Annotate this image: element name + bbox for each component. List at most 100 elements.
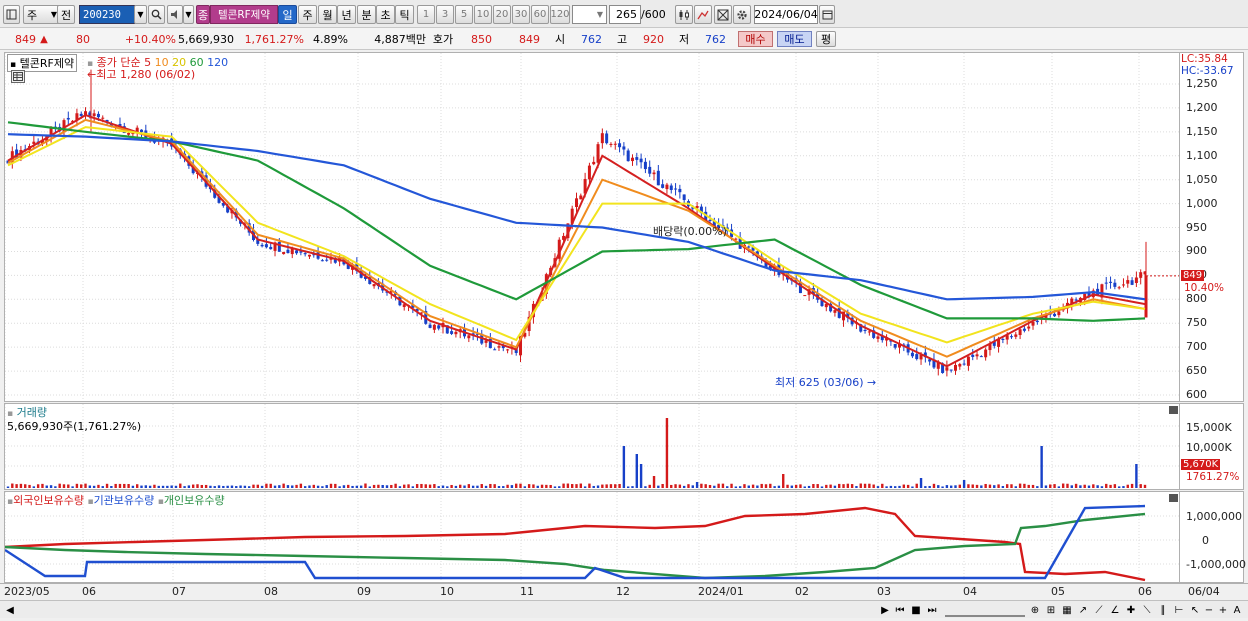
- indicator-icon[interactable]: [714, 5, 732, 24]
- chart-type-icon[interactable]: ▦: [1060, 603, 1074, 617]
- minute-button-1[interactable]: 1: [417, 5, 435, 24]
- gear-icon[interactable]: [733, 5, 751, 24]
- price-chart-panel[interactable]: ▪ 텔콘RF제약 ▪ 종가 단순 5 10 20 60 120 ←최고 1,28…: [4, 52, 1180, 402]
- volume-bar: [252, 484, 255, 488]
- minute-button-60[interactable]: 60: [531, 5, 549, 24]
- compare-icon[interactable]: ⊞: [1044, 603, 1058, 617]
- holdings-panel[interactable]: ▪외국인보유수량 ▪기관보유수량 ▪개인보유수량: [4, 491, 1180, 583]
- period-tab-6[interactable]: 틱: [395, 5, 414, 24]
- angle-line-icon[interactable]: ∠: [1108, 603, 1122, 617]
- layout-icon[interactable]: [3, 5, 20, 24]
- ma-line-20: [7, 126, 1146, 344]
- x-tick-7: 12: [616, 585, 630, 598]
- hold-tick: -1,000,000: [1186, 558, 1246, 571]
- candle-body: [984, 349, 988, 358]
- scroll-left-icon[interactable]: ◀: [3, 603, 17, 617]
- minute-button-5[interactable]: 5: [455, 5, 473, 24]
- table-icon[interactable]: [11, 70, 25, 83]
- text-tool-icon[interactable]: A: [1230, 603, 1244, 617]
- volume-panel[interactable]: ▪ 거래량 5,669,930주(1,761.27%): [4, 403, 1180, 490]
- minute-button-30[interactable]: 30: [512, 5, 530, 24]
- speaker-dropdown-icon[interactable]: ▼: [183, 5, 194, 24]
- volume-bar: [1135, 464, 1138, 488]
- period-tab-3[interactable]: 년: [337, 5, 356, 24]
- high-marker: ←최고 1,280 (06/02): [87, 66, 195, 82]
- candle-body: [949, 369, 953, 371]
- period-tab-1[interactable]: 주: [298, 5, 317, 24]
- volume-bar: [820, 486, 824, 488]
- zoom-slider[interactable]: [945, 603, 1025, 617]
- ma-line-120: [7, 133, 1146, 301]
- stock-name[interactable]: 텔콘RF제약: [210, 5, 278, 24]
- volume-bar: [540, 484, 544, 488]
- volume-bar: [743, 484, 746, 488]
- volume-bar: [704, 484, 707, 488]
- count-input[interactable]: 265: [609, 5, 641, 24]
- volume-bar: [596, 485, 600, 488]
- fibonacci-icon[interactable]: ⟋: [1092, 603, 1106, 617]
- date-input[interactable]: 2024/06/04: [754, 5, 818, 24]
- holding-legend-1[interactable]: 기관보유수량: [94, 494, 158, 507]
- ma-legend-120[interactable]: 120: [204, 56, 228, 69]
- candle-body: [372, 284, 376, 287]
- x-tick-8: 2024/01: [698, 585, 744, 598]
- holdings-legend[interactable]: ▪외국인보유수량 ▪기관보유수량 ▪개인보유수량: [7, 492, 225, 508]
- volume-bar: [661, 483, 664, 488]
- minute-button-120[interactable]: 120: [550, 5, 570, 24]
- zoom-in-icon[interactable]: +: [1216, 603, 1230, 617]
- volume-bar: [1074, 483, 1078, 488]
- volume-bar: [751, 484, 755, 488]
- price-y-axis[interactable]: LC:35.84 HC:-33.67 1,250 1,200 1,150 1,100 1…: [1180, 52, 1244, 402]
- panel-close-icon[interactable]: [1169, 494, 1178, 502]
- candle-tool-icon[interactable]: [675, 5, 693, 24]
- zoom-icon[interactable]: ⊕: [1028, 603, 1042, 617]
- panel-close-icon[interactable]: [1169, 406, 1178, 414]
- period-tab-5[interactable]: 초: [376, 5, 395, 24]
- eval-button[interactable]: 평: [816, 31, 836, 47]
- prev-button[interactable]: 전: [57, 5, 75, 24]
- candle-body: [295, 250, 299, 254]
- holding-legend-2[interactable]: 개인보유수량: [164, 494, 225, 507]
- volume-bar: [566, 483, 570, 488]
- period-tab-0[interactable]: 일: [278, 5, 297, 24]
- range-select[interactable]: ▼: [572, 5, 607, 24]
- buy-button[interactable]: 매수: [738, 31, 773, 47]
- volume-bar: [467, 484, 471, 488]
- draw-tool-icon[interactable]: ↗: [1076, 603, 1090, 617]
- holding-legend-0[interactable]: 외국인보유수량: [13, 494, 87, 507]
- parallel-icon[interactable]: ∥: [1156, 603, 1170, 617]
- candle-body: [1134, 277, 1138, 284]
- draw-line-icon[interactable]: [694, 5, 712, 24]
- cross-icon[interactable]: ✚: [1124, 603, 1138, 617]
- sell-button[interactable]: 매도: [777, 31, 812, 47]
- stock-code-input[interactable]: 200230: [79, 5, 135, 24]
- volume-bar: [394, 483, 397, 488]
- type-select[interactable]: 주 ▼: [23, 5, 61, 24]
- stop-icon[interactable]: ■: [909, 603, 923, 617]
- minute-button-20[interactable]: 20: [493, 5, 511, 24]
- volume-bar: [519, 483, 522, 488]
- period-tab-2[interactable]: 월: [318, 5, 337, 24]
- code-dropdown-icon[interactable]: ▼: [134, 5, 147, 24]
- minute-button-10[interactable]: 10: [474, 5, 492, 24]
- trend-line-icon[interactable]: ⟍: [1140, 603, 1154, 617]
- volume-bar: [71, 486, 74, 488]
- calendar-icon[interactable]: [819, 5, 835, 24]
- volume-y-axis[interactable]: 15,000K 10,000K 5,670K 1761.27%: [1180, 403, 1244, 490]
- minute-button-3[interactable]: 3: [436, 5, 454, 24]
- candle-body: [661, 184, 665, 188]
- jump-start-icon[interactable]: ⏮: [893, 603, 907, 617]
- scroll-right-icon[interactable]: ▶: [878, 603, 892, 617]
- holdings-y-axis[interactable]: 1,000,000 0 -1,000,000: [1180, 491, 1246, 583]
- ruler-icon[interactable]: ⊢: [1172, 603, 1186, 617]
- period-tab-4[interactable]: 분: [357, 5, 376, 24]
- volume-bar: [480, 484, 483, 488]
- pointer-icon[interactable]: ↖: [1188, 603, 1202, 617]
- zoom-out-icon[interactable]: −: [1202, 603, 1216, 617]
- volume-bar: [273, 485, 277, 488]
- chart-scrollbar[interactable]: ◀ ▶ ⏮ ■ ⏭ ⊕ ⊞ ▦ ↗ ⟋ ∠ ✚ ⟍ ∥ ⊢ ↖ − + A: [0, 600, 1248, 618]
- jump-end-icon[interactable]: ⏭: [925, 603, 939, 617]
- search-icon[interactable]: [148, 5, 165, 24]
- speaker-icon[interactable]: [167, 5, 183, 24]
- volume-bar: [1018, 483, 1022, 488]
